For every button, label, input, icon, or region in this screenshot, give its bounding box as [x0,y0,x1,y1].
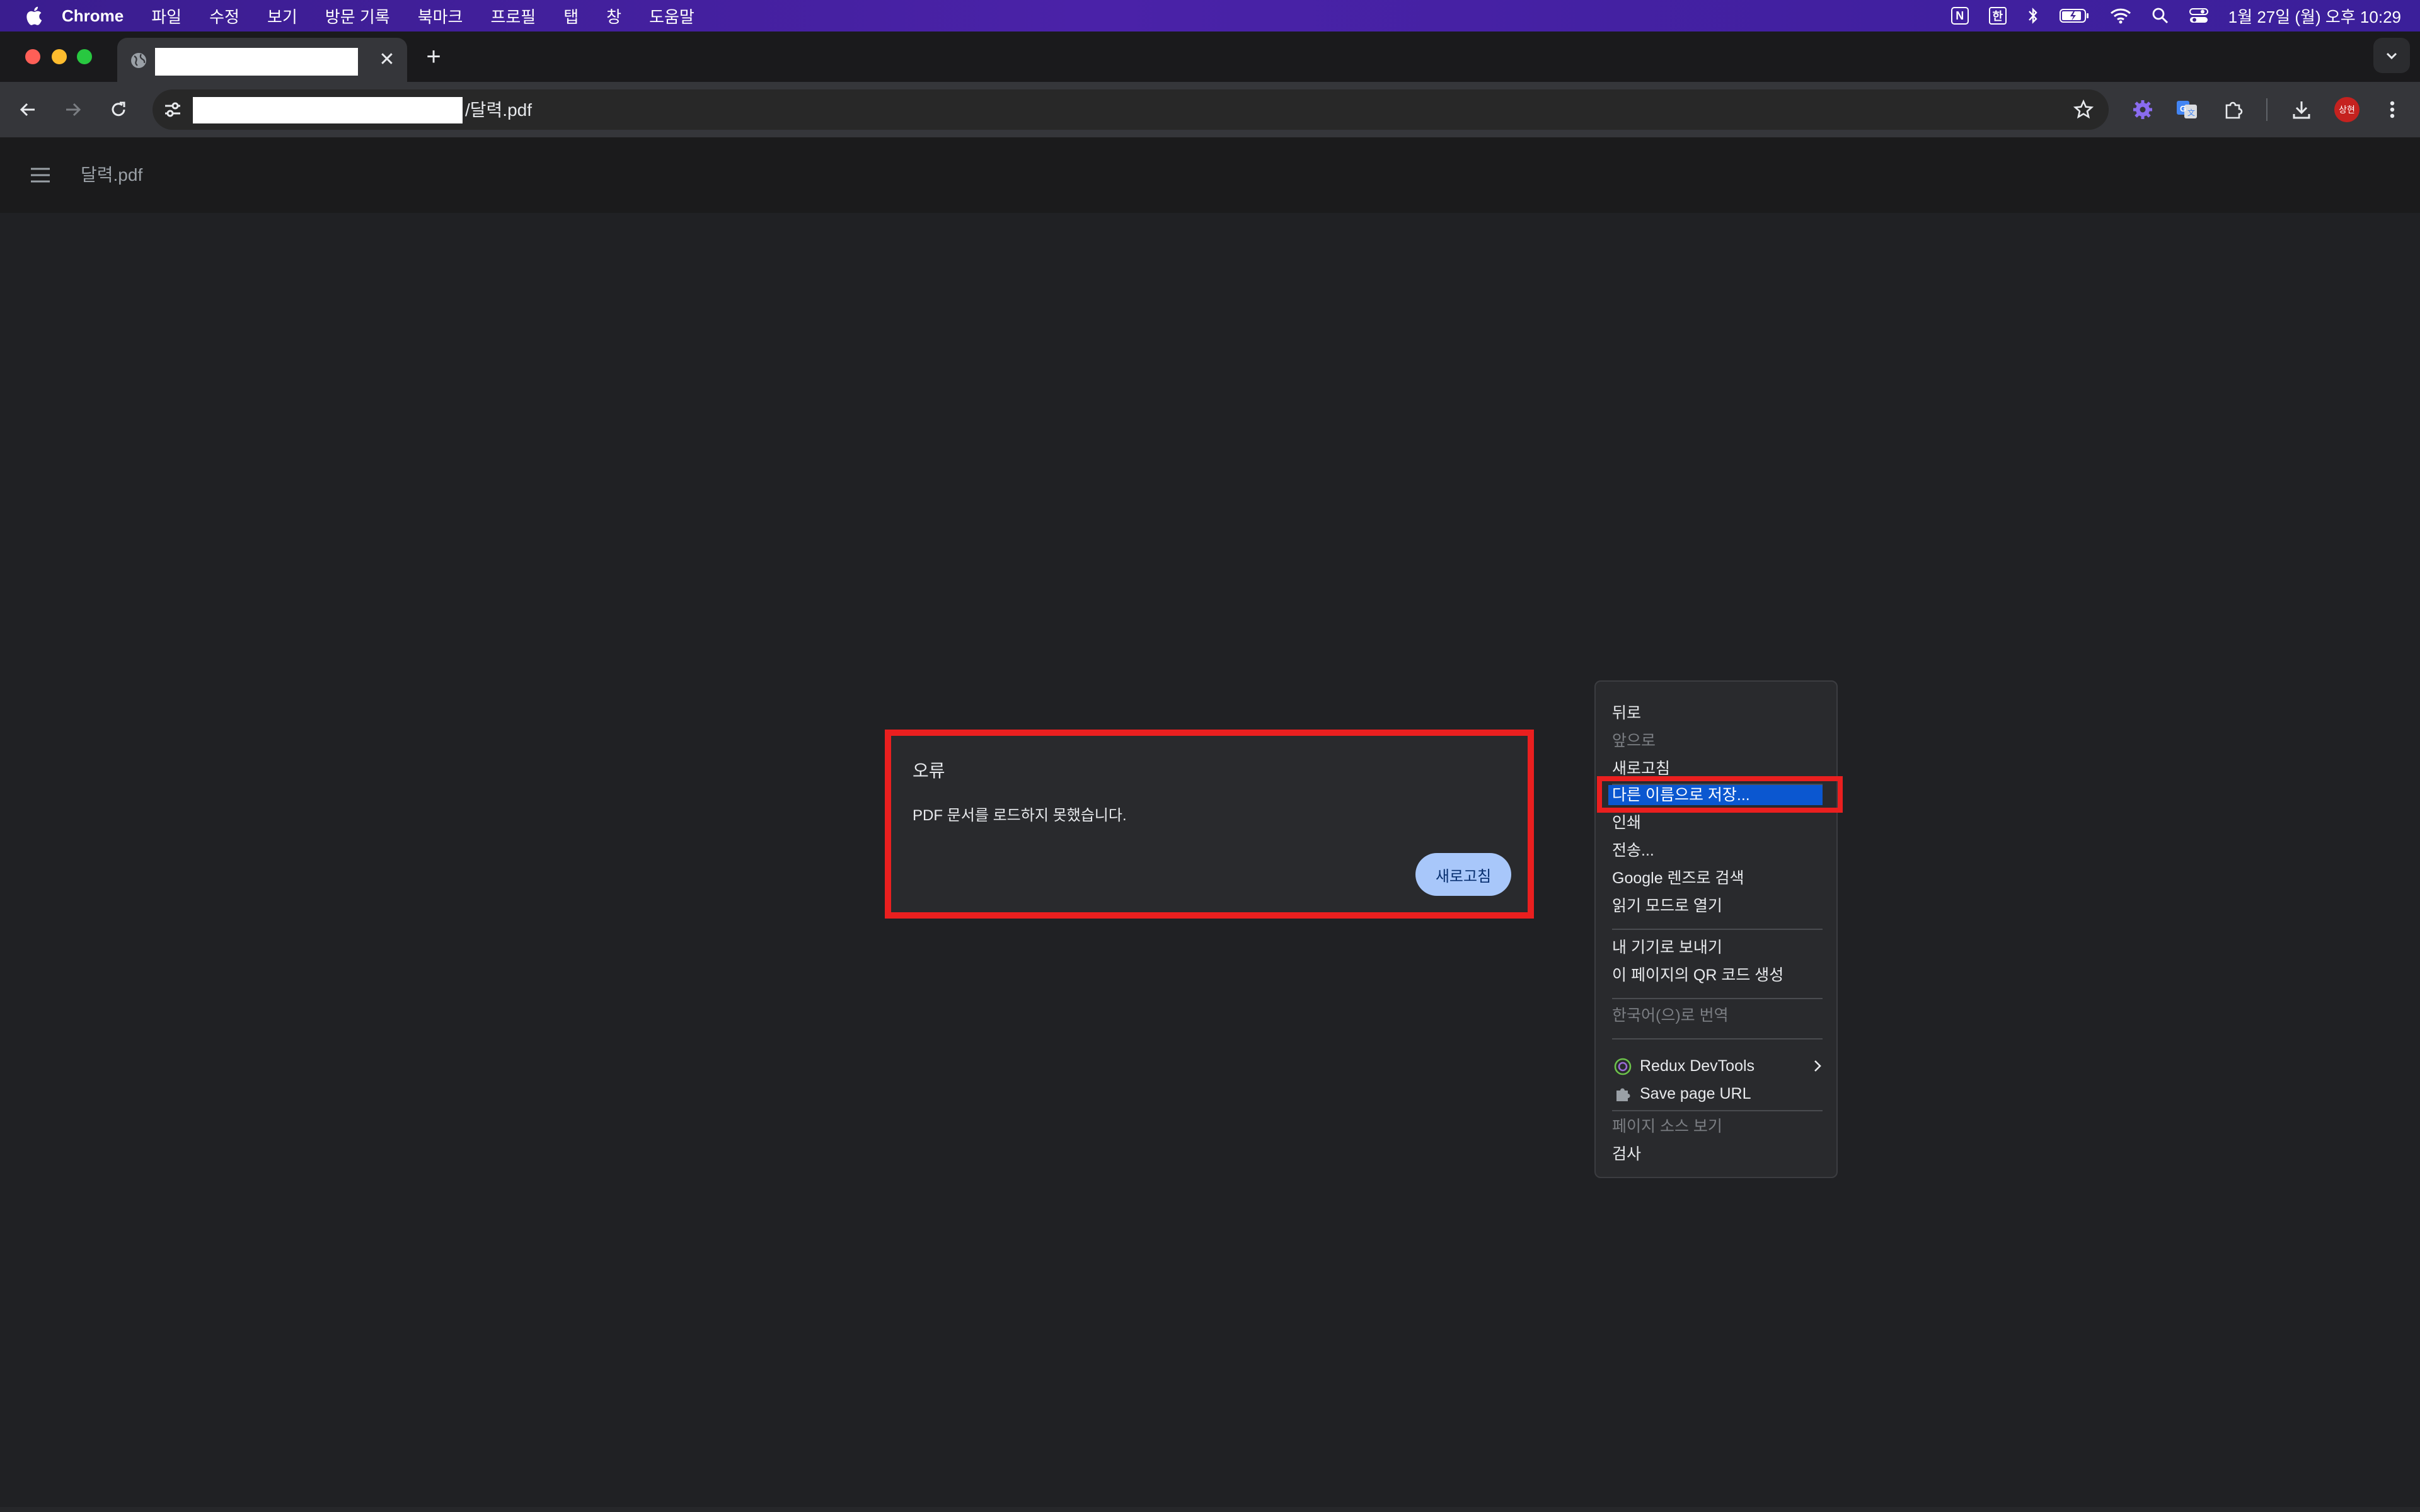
redux-devtools-icon [1613,1057,1632,1076]
chrome-menu-button[interactable] [2376,93,2409,126]
ctx-cast[interactable]: 전송... [1612,837,1654,864]
url-redacted [193,97,463,123]
ctx-back[interactable]: 뒤로 [1612,699,1641,727]
menu-view[interactable]: 보기 [267,4,297,28]
svg-text:文: 文 [2187,108,2195,117]
notion-icon[interactable]: N [1950,7,1969,25]
tab-close-button[interactable]: ✕ [374,47,400,72]
toolbar-divider [2266,98,2267,121]
url-text[interactable]: /달력.pdf [465,97,532,123]
star-icon [2073,100,2094,119]
ctx-separator [1612,1110,1823,1111]
more-vert-icon [2390,101,2395,118]
ctx-forward: 앞으로 [1612,732,1656,750]
ctx-send-to-devices[interactable]: 내 기기로 보내기 [1612,934,1722,961]
control-center-icon[interactable] [2189,8,2208,24]
pdf-title: 달력.pdf [81,165,143,185]
wifi-icon[interactable] [2110,8,2131,24]
context-menu: 뒤로 앞으로 새로고침 다른 이름으로 저장... 인쇄 전송... Googl… [1594,680,1838,1178]
hamburger-menu-icon [31,168,50,183]
reload-button[interactable] [102,93,135,126]
menubar-clock[interactable]: 1월 27일 (월) 오후 10:29 [2228,4,2401,28]
chevron-down-icon [2386,52,2397,60]
browser-toolbar: /달력.pdf G文 상현 [0,82,2420,137]
site-info-button[interactable] [156,93,189,126]
input-source-icon[interactable]: 한 [1988,7,2007,25]
address-bar[interactable]: /달력.pdf [153,89,2109,130]
ctx-save-page-url[interactable]: Save page URL [1640,1080,1751,1108]
google-translate-icon: G文 [2177,101,2197,118]
bookmark-star-button[interactable] [2067,93,2100,126]
arrow-right-icon [66,103,81,117]
profile-avatar: 상현 [2334,97,2360,122]
chevron-right-icon [1812,1058,1823,1077]
ctx-separator [1612,1038,1823,1040]
ctx-separator [1612,929,1823,930]
menu-history[interactable]: 방문 기록 [325,4,390,28]
menu-tab[interactable]: 탭 [563,4,579,28]
back-button[interactable] [11,93,44,126]
apple-logo-icon[interactable] [24,5,43,26]
ctx-search-lens[interactable]: Google 렌즈로 검색 [1612,864,1744,892]
macos-menu-bar: Chrome 파일 수정 보기 방문 기록 북마크 프로필 탭 창 도움말 N … [0,0,2420,32]
battery-icon[interactable] [2059,8,2090,24]
puzzle-icon [1613,1085,1632,1104]
purple-gear-icon [2133,100,2152,119]
bluetooth-icon[interactable] [2027,6,2039,25]
profile-button[interactable]: 상현 [2331,93,2363,126]
window-close-button[interactable] [25,49,40,64]
svg-text:G: G [2180,104,2186,113]
menu-edit[interactable]: 수정 [209,4,239,28]
tab-strip: ✕ + [0,32,2420,82]
tune-icon [165,102,180,117]
ctx-view-source: 페이지 소스 보기 [1612,1118,1722,1135]
extension-gear-button[interactable] [2126,93,2159,126]
menu-app-name[interactable]: Chrome [62,6,124,26]
menu-help[interactable]: 도움말 [649,4,694,28]
window-bottom-edge [0,1507,2420,1512]
ctx-redux-devtools[interactable]: Redux DevTools [1640,1052,1754,1080]
globe-icon [131,53,146,68]
ctx-inspect[interactable]: 검사 [1612,1140,1641,1168]
new-tab-button[interactable]: + [420,43,447,71]
extensions-button[interactable] [2217,93,2250,126]
arrow-left-icon [20,103,35,117]
download-icon [2293,101,2310,119]
window-zoom-button[interactable] [77,49,92,64]
ctx-print[interactable]: 인쇄 [1612,809,1641,837]
menu-bookmarks[interactable]: 북마크 [418,4,463,28]
tab-search-button[interactable] [2373,38,2410,73]
menu-window[interactable]: 창 [606,4,621,28]
pdf-viewer-toolbar: 달력.pdf [0,137,2420,213]
translate-extension-button[interactable]: G文 [2170,93,2203,126]
active-tab[interactable]: ✕ [117,38,407,82]
downloads-button[interactable] [2285,93,2318,126]
ctx-qr-code[interactable]: 이 페이지의 QR 코드 생성 [1612,961,1783,989]
puzzle-icon [2225,101,2243,119]
ctx-reading-mode[interactable]: 읽기 모드로 열기 [1612,892,1722,920]
forward-button[interactable] [57,93,89,126]
menubar-status-area: N 한 1월 27일 (월) 오후 10:29 [1931,0,2401,32]
tab-title-redacted [155,48,358,76]
reload-icon [112,101,125,117]
pdf-sidebar-menu-button[interactable] [24,159,57,192]
ctx-translate: 한국어(으)로 번역 [1612,1007,1729,1024]
window-minimize-button[interactable] [52,49,67,64]
menu-profiles[interactable]: 프로필 [490,4,536,28]
menu-file[interactable]: 파일 [151,4,182,28]
ctx-separator [1612,998,1823,999]
spotlight-search-icon[interactable] [2152,7,2169,25]
save-as-highlight-box [1597,776,1843,813]
error-dialog-highlight-box [885,730,1534,919]
